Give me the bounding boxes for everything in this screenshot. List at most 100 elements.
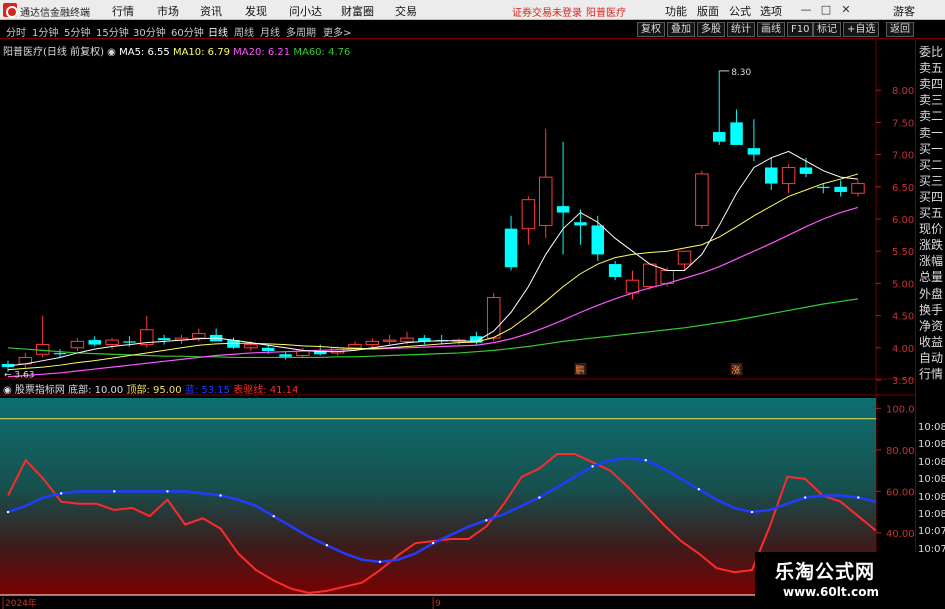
period-monthly[interactable]: 月线: [260, 24, 280, 39]
side-item-18[interactable]: 收益: [919, 335, 943, 349]
tool-add-watchlist[interactable]: +自选: [843, 22, 880, 37]
period-timeshare[interactable]: 分时: [6, 24, 26, 39]
menu-options[interactable]: 选项: [760, 3, 782, 19]
side-item-19[interactable]: 自动: [919, 351, 943, 365]
blue-line-dot: [803, 496, 807, 499]
candle[interactable]: [834, 180, 847, 197]
legend-ma20: MA20: 6.21: [233, 47, 291, 58]
candle[interactable]: [382, 334, 397, 345]
candle[interactable]: [608, 260, 622, 281]
menu-item-ask[interactable]: 问小达: [289, 3, 322, 19]
candle[interactable]: [538, 128, 553, 239]
candle[interactable]: [677, 250, 692, 271]
side-item-2[interactable]: 卖四: [919, 77, 943, 91]
candle[interactable]: [18, 352, 33, 369]
tool-rights[interactable]: 复权: [637, 22, 665, 37]
candle[interactable]: [556, 141, 570, 255]
side-item-16[interactable]: 换手: [919, 303, 943, 317]
period-1min[interactable]: 1分钟: [32, 24, 58, 39]
period-30min[interactable]: 30分钟: [133, 24, 166, 39]
quote-side-panel[interactable]: 委比卖五卖四卖三卖二卖一买一买二买三买四买五现价涨跌涨幅总量外盘换手净资收益自动…: [915, 40, 945, 609]
login-notice[interactable]: 证券交易未登录: [512, 4, 582, 19]
period-daily[interactable]: 日线: [208, 24, 228, 39]
period-multi[interactable]: 多周期: [286, 24, 316, 39]
side-item-15[interactable]: 外盘: [919, 287, 943, 301]
side-item-1[interactable]: 卖五: [919, 61, 943, 75]
side-item-12[interactable]: 涨跌: [919, 238, 943, 252]
side-item-11[interactable]: 现价: [919, 222, 943, 236]
guest-label[interactable]: 游客: [893, 3, 915, 19]
side-item-4[interactable]: 卖二: [919, 109, 943, 123]
candle[interactable]: [765, 157, 778, 191]
side-item-7[interactable]: 买二: [919, 158, 943, 172]
close-button[interactable]: ✕: [838, 2, 854, 17]
side-time-0: 10:08: [918, 422, 945, 433]
side-item-0[interactable]: 委比: [919, 45, 943, 59]
candle[interactable]: [730, 109, 743, 145]
candle[interactable]: [643, 263, 657, 290]
candle-body: [70, 340, 85, 349]
menu-layout[interactable]: 版面: [697, 3, 719, 19]
side-item-14[interactable]: 总量: [919, 270, 943, 284]
candle[interactable]: [695, 170, 709, 229]
chart-area[interactable]: 8.00 7.50 7.00 6.50 6.00 5.50 5.00 4.50 4.00 3.50…: [0, 40, 915, 609]
legend-dot-icon: ◉: [107, 47, 116, 58]
candle[interactable]: [781, 164, 796, 194]
candle-body: [608, 264, 622, 277]
candle[interactable]: [365, 338, 380, 348]
candlestick-chart[interactable]: 8.30 ← 3.63 鹏 涨: [1, 68, 865, 381]
candle[interactable]: [712, 70, 726, 145]
side-item-8[interactable]: 买三: [919, 174, 943, 188]
blue-line-dot: [857, 496, 860, 499]
candle-body: [486, 297, 501, 339]
tool-overlay[interactable]: 叠加: [667, 22, 695, 37]
tool-f10[interactable]: F10: [787, 22, 814, 37]
menu-item-quotes[interactable]: 行情: [112, 3, 134, 19]
candle[interactable]: [157, 334, 171, 345]
high-label: 8.30: [731, 68, 751, 78]
side-item-17[interactable]: 净资: [919, 319, 943, 333]
maximize-button[interactable]: □: [818, 2, 834, 17]
menu-item-wealth[interactable]: 财富圈: [341, 3, 374, 19]
candle[interactable]: [851, 180, 865, 197]
period-60min[interactable]: 60分钟: [171, 24, 204, 39]
stock-title: 阳普医疗(日线 前复权): [3, 47, 104, 58]
menu-item-market[interactable]: 市场: [157, 3, 179, 19]
side-item-9[interactable]: 买四: [919, 190, 943, 204]
side-item-13[interactable]: 涨幅: [919, 254, 943, 268]
side-item-10[interactable]: 买五: [919, 206, 943, 220]
candle[interactable]: [88, 336, 101, 347]
side-item-6[interactable]: 买一: [919, 142, 943, 156]
candle-body: [348, 344, 362, 349]
side-item-5[interactable]: 卖一: [919, 126, 943, 140]
candle[interactable]: [209, 328, 223, 342]
period-15min[interactable]: 15分钟: [96, 24, 129, 39]
tool-mark[interactable]: 标记: [813, 22, 841, 37]
side-item-3[interactable]: 卖三: [919, 93, 943, 107]
tool-multi-stock[interactable]: 多股: [697, 22, 725, 37]
tool-draw[interactable]: 画线: [757, 22, 785, 37]
candle[interactable]: [504, 215, 518, 271]
side-item-20[interactable]: 行情: [919, 367, 943, 381]
candle-body: [382, 339, 397, 342]
candle-body: [695, 173, 709, 226]
menu-item-news[interactable]: 资讯: [200, 3, 222, 19]
minimize-button[interactable]: —: [798, 2, 814, 17]
candle-body: [504, 228, 518, 268]
period-more[interactable]: 更多>: [323, 24, 351, 39]
menu-function[interactable]: 功能: [665, 3, 687, 19]
candle[interactable]: [521, 196, 536, 245]
menu-item-trade[interactable]: 交易: [395, 3, 417, 19]
menu-formula[interactable]: 公式: [729, 3, 751, 19]
period-5min[interactable]: 5分钟: [64, 24, 90, 39]
period-weekly[interactable]: 周线: [234, 24, 254, 39]
candle[interactable]: [418, 334, 431, 345]
menu-item-discover[interactable]: 发现: [245, 3, 267, 19]
tool-back[interactable]: 返回: [886, 22, 914, 37]
candle-body: [677, 250, 692, 265]
tool-stats[interactable]: 统计: [727, 22, 755, 37]
side-time-2: 10:08: [918, 456, 945, 468]
blue-line-dot: [644, 459, 647, 462]
candle[interactable]: [747, 119, 761, 162]
candle[interactable]: [70, 338, 85, 352]
